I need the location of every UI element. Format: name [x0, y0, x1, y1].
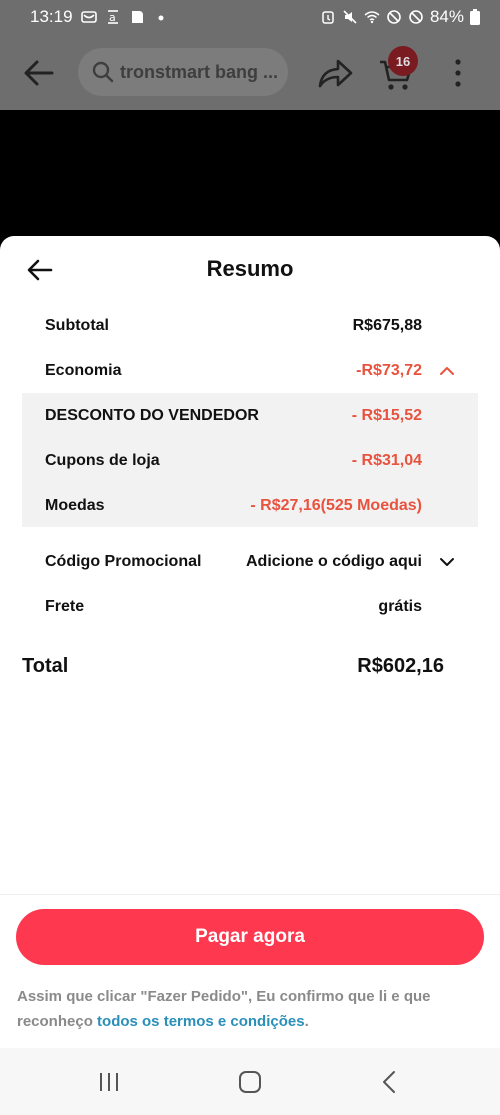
discount-row: DESCONTO DO VENDEDOR - R$15,52	[45, 393, 455, 438]
total-row: Total R$602,16	[22, 646, 444, 686]
promo-label: Código Promocional	[45, 552, 202, 570]
system-nav-bar	[0, 1048, 500, 1115]
shipping-row: Frete grátis	[45, 584, 455, 629]
subtotal-value: R$675,88	[352, 316, 422, 334]
discount-value: - R$15,52	[351, 406, 422, 424]
block-icon	[387, 10, 401, 24]
sheet-title: Resumo	[206, 256, 294, 281]
search-text: tronstmart bang ...	[120, 61, 279, 82]
savings-label: Economia	[45, 361, 122, 379]
chevron-down-icon[interactable]	[439, 554, 455, 570]
discount-label: Moedas	[45, 496, 105, 514]
promo-value[interactable]: Adicione o código aqui	[246, 553, 422, 571]
mail-icon	[80, 11, 97, 23]
savings-value: -R$73,72	[356, 361, 422, 379]
alarm-icon	[322, 11, 334, 24]
home-icon[interactable]	[236, 1068, 264, 1096]
app-icon	[131, 11, 143, 23]
shipping-label: Frete	[45, 597, 85, 615]
wifi-icon	[364, 11, 380, 24]
search-icon	[92, 61, 114, 83]
battery-icon	[470, 9, 480, 25]
recent-apps-icon[interactable]	[95, 1068, 123, 1096]
total-value: R$602,16	[357, 654, 444, 677]
more-options-icon[interactable]	[450, 56, 466, 90]
discount-value: - R$27,16(525 Moedas)	[250, 496, 422, 514]
terms-end: .	[304, 1013, 309, 1030]
discount-label: DESCONTO DO VENDEDOR	[45, 406, 259, 424]
terms-link[interactable]: todos os termos e condições	[97, 1013, 305, 1030]
amazon-icon: a	[107, 10, 118, 24]
discount-row: Moedas - R$27,16(525 Moedas)	[45, 483, 455, 528]
svg-text:a: a	[109, 11, 116, 24]
chevron-up-icon[interactable]	[439, 363, 455, 379]
savings-row[interactable]: Economia -R$73,72	[45, 348, 455, 393]
cart-badge: 16	[388, 46, 418, 76]
mute-icon	[343, 10, 357, 24]
back-nav-icon[interactable]	[376, 1068, 404, 1096]
terms-notice: Assim que clicar "Fazer Pedido", Eu conf…	[17, 984, 457, 1034]
discount-value: - R$31,04	[351, 451, 422, 469]
search-bar[interactable]: tronstmart bang ...	[78, 48, 288, 96]
battery-percent: 84%	[429, 7, 464, 26]
summary-sheet: Resumo Subtotal R$675,88 Economia -R$73,…	[0, 236, 500, 1048]
dot-icon	[158, 15, 164, 21]
pay-now-button[interactable]: Pagar agora	[16, 909, 484, 965]
status-bar: 13:19 a 84%	[0, 0, 500, 34]
discount-row: Cupons de loja - R$31,04	[45, 438, 455, 483]
block-icon-2	[409, 10, 423, 24]
back-arrow-icon[interactable]	[22, 56, 56, 90]
promo-code-row[interactable]: Código Promocional Adicione o código aqu…	[45, 539, 455, 584]
product-image-area	[0, 110, 500, 250]
total-label: Total	[22, 654, 69, 677]
divider	[0, 894, 500, 895]
share-icon[interactable]	[316, 56, 354, 90]
status-time: 13:19	[30, 7, 73, 26]
discount-label: Cupons de loja	[45, 451, 160, 469]
shipping-value: grátis	[378, 597, 422, 615]
subtotal-label: Subtotal	[45, 316, 109, 334]
subtotal-row: Subtotal R$675,88	[45, 303, 455, 348]
app-header: tronstmart bang ... 16	[0, 34, 500, 110]
